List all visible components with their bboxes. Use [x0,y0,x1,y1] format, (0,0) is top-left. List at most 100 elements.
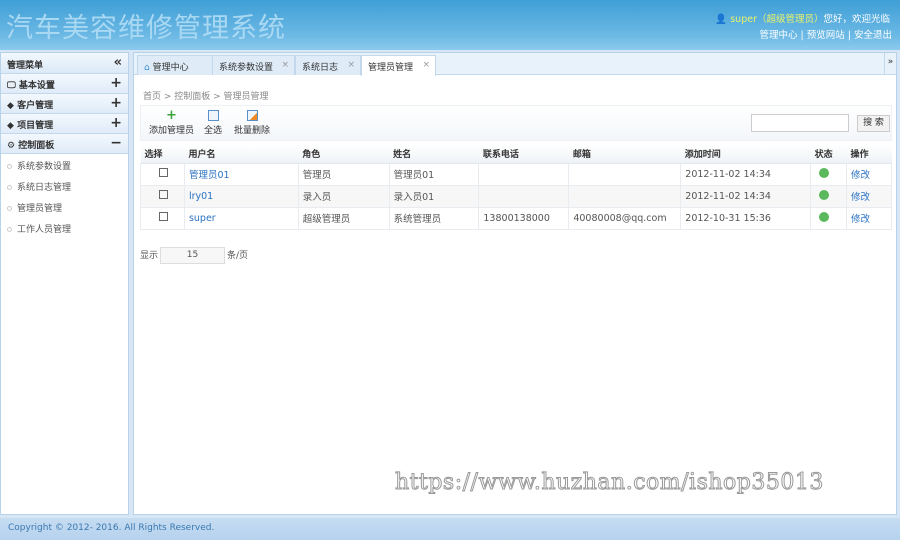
edit-link[interactable]: 修改 [851,170,870,181]
table-cell: lry01 [183,184,299,208]
window-check-icon [207,110,219,121]
add-admin-button[interactable]: + 添加管理员 [149,108,195,136]
main-panel: ⌂ 管理中心 系统参数设置 × 系统日志 × 管理员管理 × » 首页 > 控制面板 … [133,52,897,515]
table-cell [810,162,848,186]
username-link[interactable]: lry01 [189,191,213,202]
item-label: 系统参数设置 [17,162,72,172]
expand-icon: + [110,95,122,111]
plus-icon: + [166,108,177,123]
tab-label: 管理员管理 [368,63,414,73]
pager-unit: 条/页 [227,251,249,261]
search-input[interactable] [751,114,849,132]
group-label: 基本设置 [18,81,55,91]
sidebar: 管理菜单 « 🖵 基本设置 + ◆ 客户管理 + ◆ 项目管理 + ⚙ 控制面板 − 系统… [0,52,129,515]
pager-label: 显示 [140,251,159,261]
bullet-icon [7,164,12,169]
role: 管理员 [302,170,332,181]
admin-center-link[interactable]: 管理中心 [759,30,797,41]
button-label: 批量删除 [234,126,271,136]
breadcrumb: 首页 > 控制面板 > 管理员管理 [143,92,269,102]
row-checkbox[interactable] [159,212,168,221]
footer: Copyright © 2012- 2016. All Rights Reser… [0,518,900,540]
tab-admin-management[interactable]: 管理员管理 × [361,55,436,76]
sidebar-group-basic-settings[interactable]: 🖵 基本设置 + [1,74,128,94]
username-link[interactable]: 管理员01 [189,170,230,181]
close-icon[interactable]: × [422,60,430,70]
col-phone: 联系电话 [478,145,569,164]
table-cell: 超级管理员 [297,206,390,230]
added-time: 2012-11-02 14:34 [685,190,771,202]
search-button[interactable]: 搜 索 [857,115,890,132]
group-label: 控制面板 [18,141,55,151]
edit-link[interactable]: 修改 [851,214,870,225]
table-cell: 2012-11-02 14:34 [680,184,812,208]
role: 超级管理员 [302,214,351,225]
tab-label: 管理中心 [152,63,189,73]
preview-site-link[interactable]: 预览网站 [807,30,845,41]
close-icon[interactable]: × [347,60,355,70]
role: 录入员 [302,192,332,203]
collapse-sidebar-button[interactable]: « [114,55,122,70]
sidebar-group-customers[interactable]: ◆ 客户管理 + [1,94,128,114]
table-cell: super [183,206,299,230]
item-label: 系统日志管理 [17,183,72,193]
table-cell [140,206,185,230]
batch-delete-button[interactable]: 批量删除 [234,110,270,136]
table-cell: 修改 [846,162,892,186]
user-icon: 👤 [715,14,728,25]
table-cell: 录入员01 [388,184,480,208]
tab-system-logs[interactable]: 系统日志 × [295,55,361,75]
tab-admin-center[interactable]: ⌂ 管理中心 [137,55,213,75]
greeting: 您好，欢迎光临 [823,14,890,25]
sidebar-header: 管理菜单 « [1,53,128,74]
user-info: 👤 super（超级管理员）您好，欢迎光临 [715,11,890,25]
tab-scroll-button[interactable]: » [884,53,896,74]
button-label: 添加管理员 [149,126,195,136]
table-row: super 超级管理员 系统管理员 13800138000 40080008@qq.co… [140,206,892,230]
sidebar-group-control-panel[interactable]: ⚙ 控制面板 − [1,134,128,154]
tab-label: 系统参数设置 [219,63,274,73]
table-cell [810,206,848,230]
user-name: super（超级管理员） [730,14,824,25]
home-icon: ⌂ [144,63,150,73]
group-label: 客户管理 [17,101,54,111]
status-ok-icon [819,189,830,200]
group-label: 项目管理 [17,121,54,131]
row-checkbox[interactable] [159,190,168,199]
table-row: lry01 录入员 录入员01 2012-11-02 14:34 修改 [140,184,892,208]
close-icon[interactable]: × [281,60,289,70]
table-cell: 管理员01 [388,162,480,186]
sidebar-group-projects[interactable]: ◆ 项目管理 + [1,114,128,134]
sidebar-item-admins[interactable]: 管理员管理 [1,196,128,217]
sidebar-item-staff[interactable]: 工作人员管理 [1,217,128,238]
col-action: 操作 [846,145,892,164]
tab-system-params[interactable]: 系统参数设置 × [212,55,295,75]
full-name: 录入员01 [393,192,435,203]
col-status: 状态 [810,145,847,164]
app-title: 汽车美容维修管理系统 [6,13,286,44]
edit-link[interactable]: 修改 [851,192,870,203]
sidebar-title: 管理菜单 [7,61,44,71]
sidebar-item-system-params[interactable]: 系统参数设置 [1,154,128,175]
pager: 显示 15 条/页 [140,247,248,264]
table-cell: 修改 [846,184,892,208]
button-label: 全选 [204,126,223,136]
table-cell [810,184,848,208]
col-role: 角色 [298,145,390,164]
item-label: 管理员管理 [17,204,63,214]
table-cell [568,162,682,186]
col-username: 用户名 [184,145,299,164]
username-link[interactable]: super [189,213,216,224]
sidebar-item-system-logs[interactable]: 系统日志管理 [1,175,128,196]
logout-link[interactable]: 安全退出 [854,30,892,41]
phone: 13800138000 [483,212,550,224]
status-ok-icon [819,211,830,222]
col-select: 选择 [140,145,185,164]
col-time: 添加时间 [680,145,811,164]
admin-table: 选择 用户名 角色 姓名 联系电话 邮箱 添加时间 状态 操作 管理员01 管理员… [140,145,892,230]
table-cell [478,162,570,186]
row-checkbox[interactable] [159,168,168,177]
per-page-input[interactable]: 15 [160,247,226,264]
tab-bar: ⌂ 管理中心 系统参数设置 × 系统日志 × 管理员管理 × » [134,53,896,76]
select-all-button[interactable]: 全选 [204,110,222,136]
